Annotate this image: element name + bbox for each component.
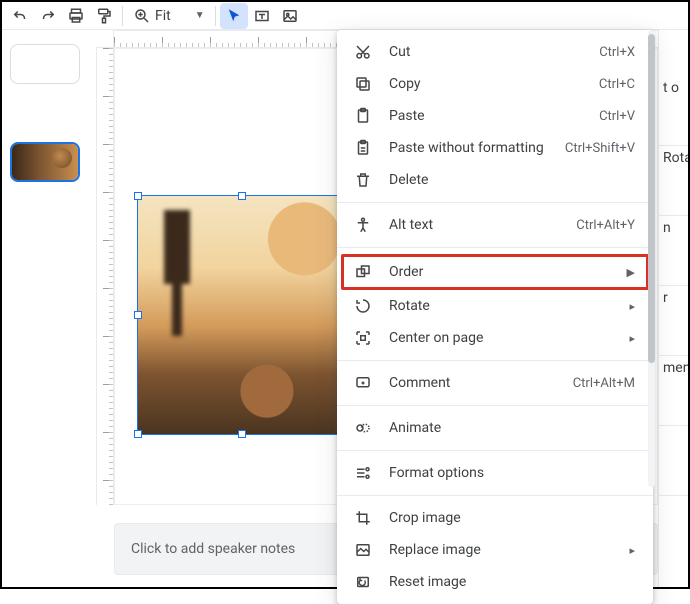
side-frag: Rota [659,146,688,216]
menu-separator [337,405,653,406]
replace-image-icon [353,540,373,560]
menu-paste-without-formatting[interactable]: Paste without formatting Ctrl+Shift+V [337,132,653,164]
menu-shortcut: Ctrl+C [599,77,635,92]
submenu-arrow-icon: ▸ [629,300,635,313]
paint-format-button[interactable] [90,3,118,29]
slide-thumb-1[interactable] [10,44,80,84]
menu-label: Rotate [389,298,623,314]
side-frag [659,426,688,496]
format-options-icon [353,463,373,483]
menu-reset-image[interactable]: Reset image [337,566,653,598]
comment-icon [353,373,373,393]
side-frag: t o [659,76,688,146]
menu-animate[interactable]: Animate [337,412,653,444]
zoom-level-label: Fit [155,8,171,24]
menu-separator [337,450,653,451]
menu-rotate[interactable]: Rotate ▸ [337,290,653,322]
format-sidebar-fragment: t o Rota n r men [658,30,688,587]
resize-handle-top-left[interactable] [134,192,142,200]
menu-label: Order [389,264,621,280]
menu-label: Replace image [389,542,623,558]
submenu-arrow-icon: ▸ [629,332,635,345]
menu-shortcut: Ctrl+V [599,109,635,124]
paste-icon [353,106,373,126]
cut-icon [353,42,373,62]
slide-thumb-image [12,144,78,180]
menu-shortcut: Ctrl+Alt+Y [576,218,635,233]
menu-separator [337,360,653,361]
side-frag: r [659,286,688,356]
selected-image[interactable] [137,195,347,435]
menu-label: Reset image [389,574,635,590]
menu-order[interactable]: Order ▶ [337,254,653,290]
image-tool-button[interactable] [276,3,304,29]
menu-label: Alt text [389,217,576,233]
slide-thumb-2[interactable] [10,142,80,182]
menu-alt-text[interactable]: Alt text Ctrl+Alt+Y [337,209,653,241]
menu-label: Paste without formatting [389,140,565,156]
menu-comment[interactable]: Comment Ctrl+Alt+M [337,367,653,399]
print-button[interactable] [62,3,90,29]
menu-label: Cut [389,44,599,60]
menu-separator [337,495,653,496]
menu-crop-image[interactable]: Crop image [337,502,653,534]
menu-replace-image[interactable]: Replace image ▸ [337,534,653,566]
menu-center-on-page[interactable]: Center on page ▸ [337,322,653,354]
menu-shortcut: Ctrl+Shift+V [565,141,635,156]
reset-image-icon [353,572,373,592]
resize-handle-bot-left[interactable] [134,430,142,438]
side-frag [659,496,688,566]
side-frag: n [659,216,688,286]
chevron-down-icon: ▼ [195,10,205,21]
menu-delete[interactable]: Delete [337,164,653,196]
submenu-arrow-icon: ▸ [629,544,635,557]
menu-label: Comment [389,375,573,391]
menu-label: Copy [389,76,599,92]
copy-icon [353,74,373,94]
animate-icon [353,418,373,438]
delete-icon [353,170,373,190]
submenu-arrow-icon: ▶ [627,266,635,279]
menu-shortcut: Ctrl+X [599,45,635,60]
menu-separator [337,202,653,203]
menu-scrollbar-thumb[interactable] [648,34,655,363]
center-icon [353,328,373,348]
resize-handle-top-mid[interactable] [238,192,246,200]
resize-handle-mid-left[interactable] [134,311,142,319]
select-tool-button[interactable] [220,3,248,29]
redo-button[interactable] [34,3,62,29]
menu-label: Delete [389,172,635,188]
paste-plain-icon [353,138,373,158]
resize-handle-bot-mid[interactable] [238,430,246,438]
slide-thumbnails [2,30,86,587]
menu-copy[interactable]: Copy Ctrl+C [337,68,653,100]
speaker-notes-placeholder: Click to add speaker notes [131,541,295,557]
menu-scrollbar[interactable] [648,30,655,487]
undo-button[interactable] [6,3,34,29]
menu-cut[interactable]: Cut Ctrl+X [337,36,653,68]
menu-label: Animate [389,420,635,436]
menu-shortcut: Ctrl+Alt+M [573,376,635,391]
menu-paste[interactable]: Paste Ctrl+V [337,100,653,132]
toolbar-separator [122,6,123,26]
toolbar: Fit ▼ [2,2,688,30]
menu-label: Paste [389,108,599,124]
accessibility-icon [353,215,373,235]
ruler-corner [96,30,114,48]
menu-label: Crop image [389,510,635,526]
toolbar-separator [215,6,216,26]
menu-label: Center on page [389,330,623,346]
textbox-tool-button[interactable] [248,3,276,29]
zoom-dropdown[interactable]: Fit ▼ [127,3,211,29]
side-frag: men [659,356,688,426]
crop-icon [353,508,373,528]
menu-format-options[interactable]: Format options [337,457,653,489]
vertical-ruler[interactable] [96,48,114,505]
menu-label: Format options [389,465,635,481]
rotate-icon [353,296,373,316]
zoom-icon [133,7,151,25]
context-menu: Cut Ctrl+X Copy Ctrl+C Paste Ctrl+V Past… [337,30,653,604]
menu-separator [337,247,653,248]
order-icon [353,262,373,282]
